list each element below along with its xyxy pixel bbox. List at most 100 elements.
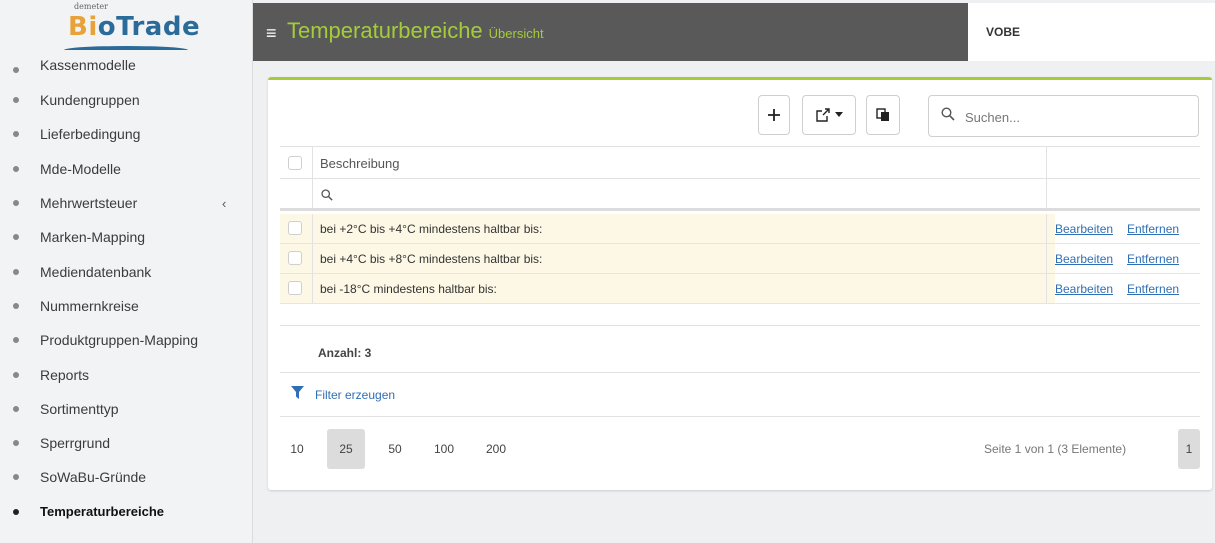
sidebar-item-label: Lieferbedingung <box>40 126 141 143</box>
page-subtitle: Übersicht <box>488 26 544 41</box>
remove-link[interactable]: Entfernen <box>1127 252 1179 266</box>
sidebar-item-label: SoWaBu-Gründe <box>40 469 147 486</box>
column-divider <box>1046 214 1047 243</box>
sidebar-item-kundengruppen[interactable]: Kundengruppen <box>0 83 252 117</box>
plus-icon <box>768 109 780 121</box>
sidebar-item-label: Sperrgrund <box>40 435 111 452</box>
sidebar-item-label: Nummernkreise <box>40 297 139 314</box>
column-filter-search-icon[interactable] <box>321 189 333 201</box>
page-size-10[interactable]: 10 <box>278 429 316 469</box>
record-count-label: Anzahl: 3 <box>318 346 372 360</box>
filter-create-label: Filter erzeugen <box>315 388 396 402</box>
sidebar-item-produktgruppen-mapping[interactable]: Produktgruppen-Mapping <box>0 323 252 357</box>
sidebar-menu: Kassenmodelle Kundengruppen Lieferbeding… <box>0 57 252 529</box>
table-row[interactable]: bei -18°C mindestens haltbar bis: Bearbe… <box>280 274 1200 304</box>
sidebar-item-kassenmodelle[interactable]: Kassenmodelle <box>0 57 252 83</box>
add-button[interactable] <box>758 95 790 135</box>
page-size-25[interactable]: 25 <box>327 429 365 469</box>
sidebar-item-label: Temperaturbereiche <box>40 504 165 520</box>
sidebar-item-label: Marken-Mapping <box>40 229 146 246</box>
table-row[interactable]: bei +4°C bis +8°C mindestens haltbar bis… <box>280 244 1200 274</box>
sidebar-item-label: Mediendatenbank <box>40 263 152 280</box>
sidebar-item-label: Mehrwertsteuer <box>40 195 138 212</box>
sidebar-item-label: Produktgruppen-Mapping <box>40 332 198 349</box>
search-box[interactable] <box>928 95 1199 137</box>
column-divider <box>1046 179 1047 208</box>
column-divider <box>312 214 313 243</box>
logo-tagline: demeter <box>74 2 108 11</box>
copy-icon <box>876 108 889 121</box>
search-icon <box>941 107 955 121</box>
filter-create-link[interactable]: Filter erzeugen <box>280 373 1200 417</box>
sidebar-item-label: Kassenmodelle <box>40 57 136 73</box>
sidebar-item-temperaturbereiche[interactable]: Temperaturbereiche <box>0 495 252 529</box>
sidebar-item-sortimenttyp[interactable]: Sortimenttyp <box>0 392 252 426</box>
sidebar: demeter BioTrade Kassenmodelle Kundengru… <box>0 0 253 543</box>
sidebar-item-sperrgrund[interactable]: Sperrgrund <box>0 426 252 460</box>
caret-down-icon <box>834 112 843 117</box>
column-divider <box>312 179 313 208</box>
sidebar-item-sowabu-gruende[interactable]: SoWaBu-Gründe <box>0 460 252 494</box>
row-checkbox[interactable] <box>288 251 302 265</box>
row-description: bei -18°C mindestens haltbar bis: <box>320 282 497 296</box>
sidebar-item-label: Sortimenttyp <box>40 400 119 417</box>
bullet-icon <box>13 371 19 378</box>
remove-link[interactable]: Entfernen <box>1127 222 1179 236</box>
search-input[interactable] <box>963 106 1192 128</box>
funnel-icon <box>291 386 304 399</box>
row-checkbox[interactable] <box>288 221 302 235</box>
row-checkbox[interactable] <box>288 281 302 295</box>
logo-wordmark: BioTrade <box>68 12 201 42</box>
page-size-200[interactable]: 200 <box>477 429 515 469</box>
sidebar-item-reports[interactable]: Reports <box>0 357 252 391</box>
sidebar-item-label: Reports <box>40 366 90 383</box>
page-size-50[interactable]: 50 <box>376 429 414 469</box>
logo-swoosh <box>64 46 188 50</box>
page-size-100[interactable]: 100 <box>425 429 463 469</box>
export-icon <box>815 108 830 122</box>
select-all-checkbox[interactable] <box>288 156 302 170</box>
hamburger-menu-icon[interactable]: ≡ <box>266 23 277 44</box>
column-header-beschreibung[interactable]: Beschreibung <box>320 156 400 171</box>
bullet-icon <box>13 131 19 138</box>
table-row[interactable]: bei +2°C bis +4°C mindestens haltbar bis… <box>280 214 1200 244</box>
sidebar-item-mediendatenbank[interactable]: Mediendatenbank <box>0 254 252 288</box>
record-count: Anzahl: 3 <box>280 325 1200 373</box>
edit-link[interactable]: Bearbeiten <box>1055 282 1113 296</box>
edit-link[interactable]: Bearbeiten <box>1055 252 1113 266</box>
user-area[interactable]: VOBE <box>968 3 1215 61</box>
bullet-icon <box>13 474 19 481</box>
chevron-left-icon[interactable]: ‹ <box>222 196 226 211</box>
row-description: bei +2°C bis +4°C mindestens haltbar bis… <box>320 222 543 236</box>
sidebar-item-lieferbedingung[interactable]: Lieferbedingung <box>0 117 252 151</box>
column-divider <box>1046 244 1047 273</box>
pager: 10 25 50 100 200 Seite 1 von 1 (3 Elemen… <box>280 429 1200 469</box>
page-button-1[interactable]: 1 <box>1178 429 1200 469</box>
column-divider <box>312 274 313 303</box>
sidebar-item-marken-mapping[interactable]: Marken-Mapping <box>0 220 252 254</box>
sidebar-item-mehrwertsteuer[interactable]: Mehrwertsteuer ‹ <box>0 186 252 220</box>
biotrade-logo[interactable]: demeter BioTrade <box>62 2 200 52</box>
top-bar: ≡ Temperaturbereiche Übersicht <box>253 3 968 61</box>
content-card: Beschreibung bei +2°C bis +4°C mindesten… <box>268 77 1212 490</box>
bullet-icon <box>13 508 19 515</box>
bullet-icon <box>13 440 19 447</box>
sidebar-item-mde-modelle[interactable]: Mde-Modelle <box>0 152 252 186</box>
bullet-icon <box>13 405 19 412</box>
bullet-icon <box>13 97 19 104</box>
edit-link[interactable]: Bearbeiten <box>1055 222 1113 236</box>
copy-button[interactable] <box>866 95 900 135</box>
row-actions: Bearbeiten Entfernen <box>1046 244 1200 273</box>
bullet-icon <box>13 67 19 73</box>
remove-link[interactable]: Entfernen <box>1127 282 1179 296</box>
row-actions: Bearbeiten Entfernen <box>1046 214 1200 243</box>
export-dropdown-button[interactable] <box>802 95 856 135</box>
user-name: VOBE <box>986 25 1021 39</box>
bullet-icon <box>13 234 19 241</box>
column-divider <box>1046 274 1047 303</box>
sidebar-item-nummernkreise[interactable]: Nummernkreise <box>0 289 252 323</box>
sidebar-item-label: Mde-Modelle <box>40 160 121 177</box>
sidebar-item-label: Kundengruppen <box>40 92 140 109</box>
bullet-icon <box>13 337 19 344</box>
bullet-icon <box>13 268 19 275</box>
